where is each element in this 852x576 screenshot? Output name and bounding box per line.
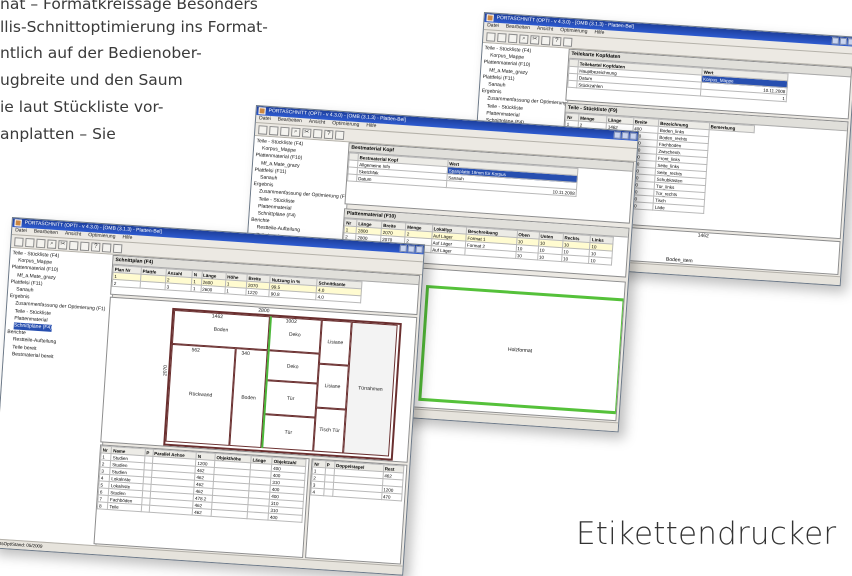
- table-cell[interactable]: 3: [164, 282, 192, 292]
- search-icon[interactable]: ⌕: [47, 238, 57, 249]
- help-icon[interactable]: ?: [551, 36, 562, 46]
- app-icon: [14, 219, 22, 227]
- save-icon[interactable]: [508, 33, 518, 43]
- table-cell[interactable]: 2600: [200, 285, 226, 294]
- table-cell[interactable]: [247, 511, 269, 521]
- app-icon: [486, 14, 494, 22]
- calc-icon[interactable]: [562, 36, 573, 47]
- print-icon[interactable]: [68, 240, 79, 250]
- search-icon[interactable]: ⌕: [519, 33, 529, 44]
- close-icon[interactable]: [415, 245, 423, 254]
- minimize-icon[interactable]: [613, 131, 622, 139]
- table-cell[interactable]: 400: [268, 513, 303, 523]
- maximize-icon[interactable]: [839, 37, 848, 46]
- search-icon[interactable]: ⌕: [290, 126, 301, 137]
- maximize-icon[interactable]: [621, 131, 629, 140]
- help-icon[interactable]: ?: [90, 241, 101, 252]
- table-cell[interactable]: 2: [112, 279, 141, 289]
- dimension-label: 562: [191, 347, 201, 354]
- dimension-label: 340: [241, 350, 250, 358]
- part-lisiane-2[interactable]: Lisiane: [316, 363, 349, 410]
- section-heading: Etikettendrucker: [576, 516, 837, 552]
- table-cell[interactable]: 10: [588, 256, 612, 266]
- minimize-icon[interactable]: [831, 37, 840, 45]
- table-cell[interactable]: 1: [224, 286, 247, 296]
- print-icon[interactable]: [540, 35, 551, 45]
- open-icon[interactable]: [269, 125, 279, 136]
- print-icon[interactable]: [312, 128, 323, 139]
- new-icon[interactable]: [258, 124, 268, 135]
- parts-table: Nr Name P Parallel Achse N Objekthöhe Länge Obj…: [97, 445, 307, 523]
- part-rueckwand[interactable]: Rückwand: [165, 343, 236, 446]
- open-icon[interactable]: [25, 237, 35, 248]
- table-cell[interactable]: Auf Lager: [430, 245, 466, 256]
- intro-line: llis-Schnittoptimierung ins Format-: [0, 18, 268, 36]
- intro-line: ie laut Stückliste vor-: [0, 98, 164, 116]
- cut-icon[interactable]: ✂: [301, 127, 312, 138]
- table-cell[interactable]: 8: [97, 501, 109, 510]
- close-icon[interactable]: [847, 38, 852, 46]
- table-cell[interactable]: 1: [191, 284, 201, 293]
- part-tuer-2[interactable]: Tür: [261, 414, 316, 452]
- part-tuer[interactable]: Tür: [263, 380, 318, 418]
- intro-line: ugbreite und den Saum: [0, 71, 183, 89]
- table-cell[interactable]: [139, 281, 166, 290]
- new-icon[interactable]: [14, 236, 24, 247]
- table-cell[interactable]: 470: [381, 492, 403, 501]
- table-cell[interactable]: 4: [310, 487, 324, 496]
- new-icon[interactable]: [486, 31, 496, 42]
- menu-help[interactable]: Hilfe: [122, 234, 132, 242]
- table-cell[interactable]: Teile: [107, 502, 142, 512]
- table-cell[interactable]: [211, 509, 248, 519]
- stack-panel: Nr P Doppelstapel Rest 1 462 2 3 1200 4 470: [305, 458, 408, 565]
- intro-line: ntlich auf der Bedienober-: [0, 44, 202, 62]
- menu-file[interactable]: Datei: [259, 115, 271, 123]
- column-header: Bemerkung: [708, 122, 755, 133]
- table-cell[interactable]: [148, 505, 193, 516]
- cut-icon[interactable]: ✂: [530, 34, 540, 45]
- stack-table: Nr P Doppelstapel Rest 1 462 2 3 1200 4 470: [310, 459, 404, 501]
- dimension-label: 1462: [211, 313, 224, 321]
- part-tisch-tuer[interactable]: Tisch Tür: [313, 407, 346, 454]
- intro-line: anplatten – Sie: [0, 125, 116, 143]
- dimension-label: 1002: [285, 318, 297, 326]
- table-cell[interactable]: 1220: [245, 288, 270, 297]
- open-icon[interactable]: [497, 32, 507, 43]
- menu-file[interactable]: Datei: [487, 22, 499, 30]
- help-icon[interactable]: ?: [323, 129, 334, 139]
- tools-icon[interactable]: [112, 243, 123, 253]
- menu-view[interactable]: Ansicht: [537, 26, 554, 34]
- minimize-icon[interactable]: [399, 244, 407, 253]
- part-tuerrahmen[interactable]: Türrahmen: [343, 321, 398, 457]
- table-cell[interactable]: 10: [537, 253, 562, 262]
- parts-list-panel: Nr Name P Parallel Achse N Objekthöhe Länge Obj…: [93, 444, 310, 559]
- maximize-icon[interactable]: [407, 245, 415, 253]
- menu-help[interactable]: Hilfe: [594, 29, 604, 37]
- menu-file[interactable]: Datei: [15, 227, 27, 235]
- status-text: CutsOpt/Stand: 05/2009: [0, 540, 43, 549]
- menu-help[interactable]: Hilfe: [366, 123, 376, 131]
- menu-view[interactable]: Ansicht: [309, 119, 326, 127]
- save-icon[interactable]: [280, 126, 290, 136]
- table-cell[interactable]: [323, 488, 334, 497]
- sheet-board: Boden Rückwand Boden Deko Deko Tür Tür L…: [163, 307, 402, 461]
- part-lisiane[interactable]: Lisiane: [318, 319, 352, 366]
- menu-view[interactable]: Ansicht: [65, 231, 82, 239]
- part-label: Boden_item: [665, 256, 693, 265]
- cut-icon[interactable]: ✂: [58, 239, 68, 250]
- save-icon[interactable]: [36, 238, 46, 248]
- calc-icon[interactable]: [101, 242, 112, 253]
- dimension-label: 1462: [697, 232, 709, 240]
- calc-icon[interactable]: [334, 129, 345, 140]
- close-icon[interactable]: [629, 132, 637, 140]
- app-icon: [258, 107, 266, 115]
- part-deko-2[interactable]: Deko: [265, 350, 320, 384]
- zoom-icon[interactable]: [79, 241, 90, 251]
- cutting-plan-canvas: 2800 2070 Boden Rückwand Boden Deko Deko…: [100, 296, 418, 463]
- table-cell[interactable]: 462: [192, 508, 212, 517]
- table-cell[interactable]: 10: [515, 251, 538, 260]
- table-cell[interactable]: 10: [561, 254, 590, 264]
- app-window-cutting-plan: PORTASCHNITT (OPTI - v 4.3.0) - [OMB (3.…: [0, 217, 426, 576]
